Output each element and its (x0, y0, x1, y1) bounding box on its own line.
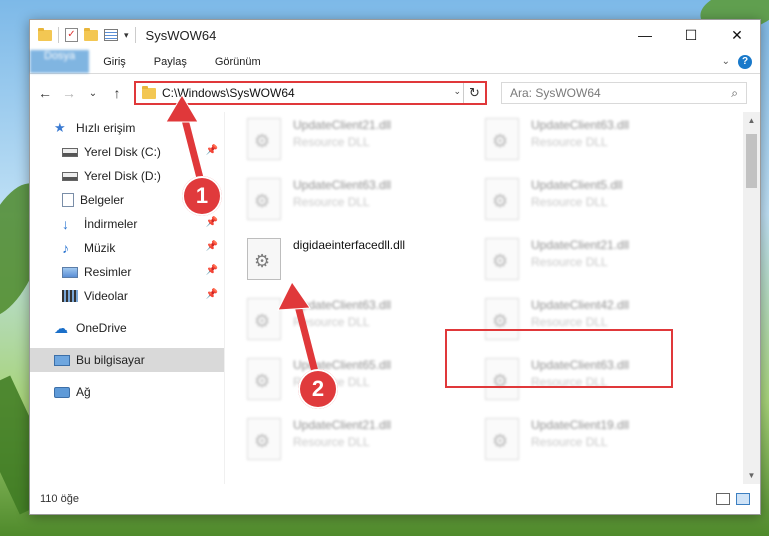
annotation-arrows (165, 94, 319, 373)
step-1-badge: 1 (182, 176, 222, 216)
arrowhead-to-file (277, 281, 311, 311)
arrowhead-to-address-bar (165, 94, 199, 123)
step-2-badge: 2 (298, 369, 338, 409)
